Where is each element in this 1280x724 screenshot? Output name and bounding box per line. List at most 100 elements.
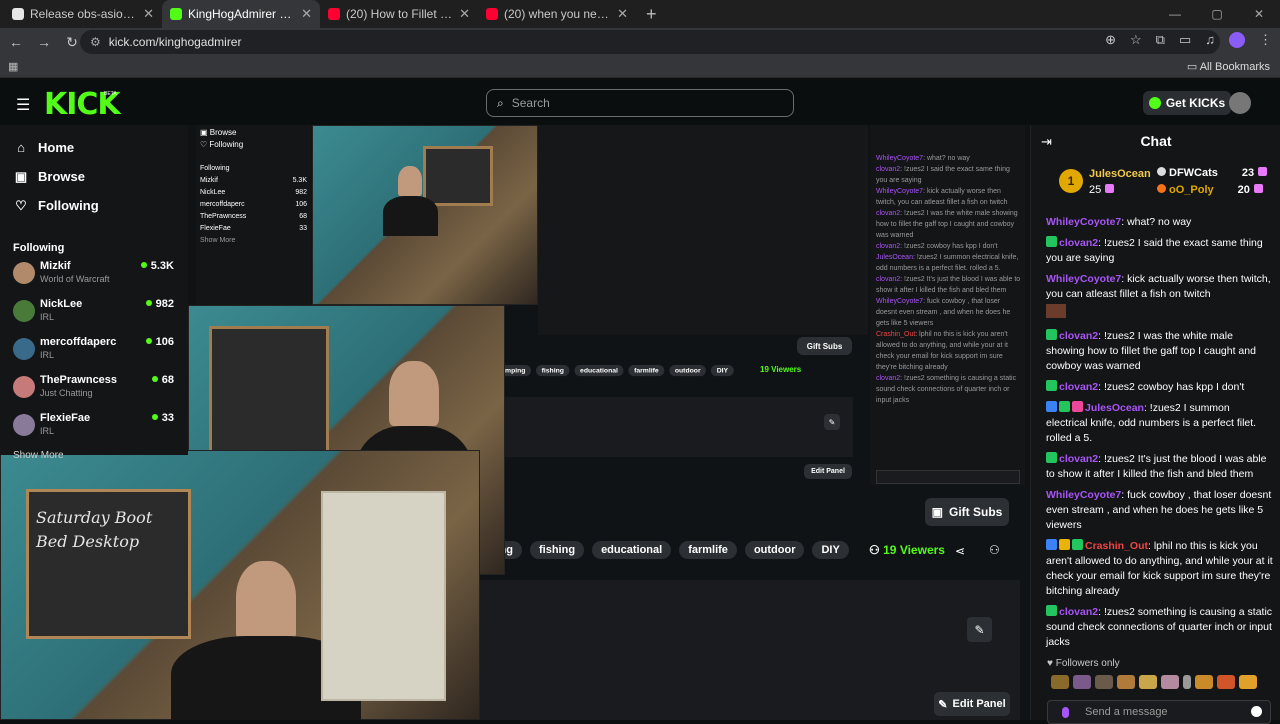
stream-tag-mid[interactable]: DIY — [711, 365, 734, 377]
follow-user-icon[interactable]: ⚇ — [989, 543, 1000, 557]
stream-tag[interactable]: outdoor — [744, 541, 805, 559]
kick-coin-icon — [1148, 97, 1161, 109]
stream-tag-mid[interactable]: outdoor — [669, 365, 707, 377]
apps-grid-icon[interactable]: ▦ — [8, 60, 18, 73]
extensions-icon[interactable]: ⧉ — [1156, 32, 1165, 48]
chat-username[interactable]: clovan2 — [1059, 453, 1098, 465]
zoom-icon[interactable]: ⊕ — [1105, 32, 1116, 48]
new-tab-button[interactable]: + — [646, 4, 657, 25]
browser-toolbar: ⊕ ☆ ⧉ ▭ ♫ ⋮ — [1105, 32, 1272, 48]
chat-username[interactable]: JulesOcean — [1085, 402, 1144, 414]
chat-username[interactable]: Crashin_Out — [1085, 540, 1148, 552]
user-avatar[interactable] — [1229, 92, 1251, 114]
get-kicks-button[interactable]: Get KICKs — [1143, 91, 1231, 115]
following-channel-item[interactable]: NickLee IRL 982 — [0, 298, 188, 330]
following-channel-item[interactable]: mercoffdaperc IRL 106 — [0, 336, 188, 368]
browser-tab[interactable]: (20) when you need both hand ✕ — [478, 0, 636, 28]
gift-subs-button[interactable]: ▣ Gift Subs — [925, 498, 1009, 526]
stream-tag[interactable]: educational — [592, 541, 672, 559]
stream-tag-mid[interactable]: mping — [505, 365, 532, 377]
gifter-3[interactable]: oO_Poly 20 — [1157, 184, 1263, 196]
chat-username[interactable]: clovan2 — [1059, 606, 1098, 618]
back-icon[interactable]: ← — [4, 34, 28, 50]
chat-message-input[interactable]: Send a message — [1047, 700, 1271, 724]
close-tab-icon[interactable]: ✕ — [301, 6, 312, 22]
close-tab-icon[interactable]: ✕ — [459, 6, 470, 22]
following-channel-item[interactable]: FlexieFae IRL 33 — [0, 412, 188, 444]
edit-pencil-button[interactable]: ✎ — [967, 617, 992, 642]
share-icon[interactable]: ⋖ — [955, 544, 965, 558]
stream-tag-mid[interactable]: fishing — [536, 365, 570, 377]
viewers-icon: ⚇ — [869, 543, 880, 557]
stream-tag[interactable]: fishing — [530, 541, 585, 559]
search-input[interactable]: ⌕ Search — [486, 89, 794, 117]
emote[interactable] — [1073, 675, 1091, 689]
forward-icon[interactable]: → — [32, 34, 56, 50]
gifter-3-count: 20 — [1237, 184, 1250, 196]
window-controls: — ▢ ✕ — [1154, 0, 1280, 28]
sidebar-nav-following[interactable]: ♡ Following — [0, 191, 188, 220]
browser-tab[interactable]: Release obs-asio v3.2.1f · Ande ✕ — [4, 0, 162, 28]
all-bookmarks-button[interactable]: ▭ All Bookmarks — [1187, 60, 1270, 73]
emote[interactable] — [1183, 675, 1191, 689]
mic-icon[interactable] — [1062, 706, 1069, 718]
cast-icon[interactable]: ▭ — [1179, 32, 1191, 48]
profile-avatar[interactable] — [1229, 32, 1245, 48]
stream-tag[interactable]: farmlife — [679, 541, 737, 559]
top-gifter-name[interactable]: JulesOcean — [1089, 168, 1151, 180]
emote[interactable] — [1217, 675, 1235, 689]
chat-message: WhileyCoyote7: fuck cowboy , that loser … — [1046, 488, 1274, 533]
sidebar-nav-home[interactable]: ⌂ Home — [0, 133, 188, 162]
media-icon[interactable]: ♫ — [1205, 32, 1215, 48]
viewers-number: 19 — [883, 543, 897, 557]
close-window-icon[interactable]: ✕ — [1238, 7, 1280, 21]
chat-username[interactable]: WhileyCoyote7 — [1046, 273, 1121, 285]
close-tab-icon[interactable]: ✕ — [617, 6, 628, 22]
chat-username[interactable]: clovan2 — [1059, 330, 1098, 342]
browser-tab[interactable]: KingHogAdmirer Stream - K ✕ — [162, 0, 320, 28]
tab-favicon-icon — [12, 8, 24, 20]
chat-username[interactable]: clovan2 — [1059, 381, 1098, 393]
chat-message: clovan2: !zues2 I said the exact same th… — [1046, 236, 1274, 266]
stream-tag-mid[interactable]: farmlife — [628, 365, 665, 377]
channel-avatar — [13, 300, 35, 322]
emote[interactable] — [1095, 675, 1113, 689]
emote[interactable] — [1239, 675, 1257, 689]
site-info-icon[interactable]: ⚙ — [90, 35, 101, 49]
edit-panel-button-mid[interactable]: Edit Panel — [804, 464, 852, 479]
emote[interactable] — [1051, 675, 1069, 689]
channel-avatar — [13, 262, 35, 284]
sidebar: ⌂ Home ▣ Browse ♡ Following Following Mizk… — [0, 125, 188, 461]
close-tab-icon[interactable]: ✕ — [143, 6, 154, 22]
show-more-link[interactable]: Show More — [0, 450, 188, 461]
chat-message: clovan2: !zues2 It's just the blood I wa… — [1046, 452, 1274, 482]
tab-favicon-icon — [486, 8, 498, 20]
emote[interactable] — [1195, 675, 1213, 689]
gifter-2[interactable]: DFWCats 23 — [1157, 167, 1268, 179]
chat-username[interactable]: WhileyCoyote7 — [1046, 489, 1121, 501]
sidebar-nav-browse[interactable]: ▣ Browse — [0, 162, 188, 191]
search-placeholder: Search — [511, 96, 550, 110]
bookmark-star-icon[interactable]: ☆ — [1130, 32, 1142, 48]
emote[interactable] — [1161, 675, 1179, 689]
edit-pencil-button-mid[interactable]: ✎ — [824, 414, 840, 430]
following-channel-item[interactable]: Mizkif World of Warcraft 5.3K — [0, 260, 188, 292]
url-input[interactable]: ⚙ kick.com/kinghogadmirer — [80, 30, 1220, 54]
hamburger-menu-icon[interactable]: ☰ — [16, 95, 30, 115]
emoji-picker-icon[interactable] — [1251, 706, 1262, 717]
chat-username[interactable]: clovan2 — [1059, 237, 1098, 249]
emote[interactable] — [1117, 675, 1135, 689]
emote[interactable] — [1139, 675, 1157, 689]
menu-dots-icon[interactable]: ⋮ — [1259, 32, 1272, 48]
maximize-icon[interactable]: ▢ — [1196, 7, 1238, 21]
tab-title: Release obs-asio v3.2.1f · Ande — [30, 7, 137, 21]
stream-tag-mid[interactable]: educational — [574, 365, 624, 377]
edit-panel-button[interactable]: ✎ Edit Panel — [934, 692, 1010, 716]
chat-emote — [1046, 304, 1066, 318]
chat-username[interactable]: WhileyCoyote7 — [1046, 216, 1121, 228]
browser-tab[interactable]: (20) How to Fillet Crappies With ✕ — [320, 0, 478, 28]
following-channel-item[interactable]: ThePrawncess Just Chatting 68 — [0, 374, 188, 406]
stream-tag[interactable]: DIY — [812, 541, 849, 559]
gift-subs-button-mid[interactable]: Gift Subs — [797, 337, 852, 355]
minimize-icon[interactable]: — — [1154, 7, 1196, 21]
